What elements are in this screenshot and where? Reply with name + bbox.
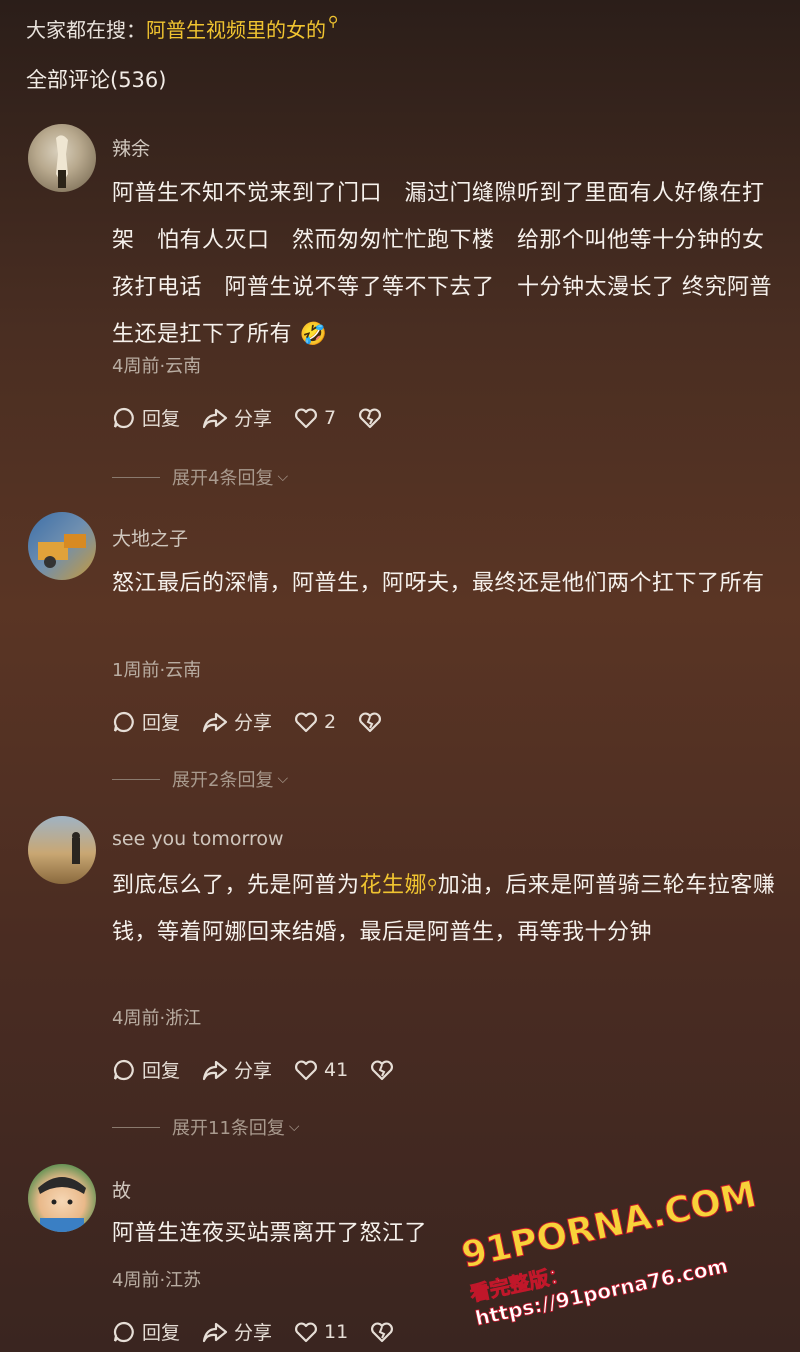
like-button[interactable]: 41 bbox=[294, 1059, 348, 1081]
share-icon bbox=[202, 1322, 228, 1342]
comment-meta: 4周前·云南 bbox=[112, 356, 202, 377]
heart-icon bbox=[295, 408, 318, 428]
dislike-button[interactable] bbox=[370, 1321, 400, 1343]
avatar[interactable] bbox=[28, 1164, 96, 1232]
broken-heart-icon bbox=[371, 1322, 394, 1342]
share-button[interactable]: 分享 bbox=[202, 404, 272, 431]
trending-search-bar[interactable]: 大家都在搜：阿普生视频里的女的 ⚲ bbox=[26, 14, 338, 43]
avatar[interactable] bbox=[28, 512, 96, 580]
reply-button[interactable]: 回复 bbox=[112, 404, 180, 431]
comments-count-title: 全部评论(536) bbox=[26, 68, 167, 92]
like-count: 2 bbox=[324, 710, 337, 733]
share-icon bbox=[202, 1060, 228, 1080]
search-icon: ⚲ bbox=[328, 14, 339, 30]
reply-icon bbox=[113, 711, 134, 732]
reply-button[interactable]: 回复 bbox=[112, 1318, 180, 1345]
trending-search-prefix: 大家都在搜： bbox=[26, 18, 146, 42]
like-button[interactable]: 7 bbox=[294, 407, 336, 429]
comment-actions: 回复 分享 2 bbox=[112, 708, 410, 735]
like-count: 41 bbox=[324, 1058, 349, 1081]
watermark: 91PORNA.COM 看完整版：https://91porna76.com bbox=[458, 1170, 794, 1344]
comment-username[interactable]: 大地之子 bbox=[112, 524, 188, 551]
heart-icon bbox=[295, 1060, 318, 1080]
like-button[interactable]: 2 bbox=[294, 711, 336, 733]
share-button[interactable]: 分享 bbox=[202, 708, 272, 735]
dislike-button[interactable] bbox=[358, 711, 388, 733]
comment-meta: 4周前·江苏 bbox=[112, 1270, 202, 1291]
comment-meta: 1周前·云南 bbox=[112, 660, 202, 681]
share-button[interactable]: 分享 bbox=[202, 1056, 272, 1083]
hashtag-link[interactable]: 花生娜 bbox=[360, 873, 428, 898]
comment-username[interactable]: see you tomorrow bbox=[112, 828, 284, 850]
comment-meta: 4周前·浙江 bbox=[112, 1008, 202, 1029]
trending-search-keyword[interactable]: 阿普生视频里的女的 bbox=[146, 18, 326, 42]
comment-actions: 回复 分享 7 bbox=[112, 404, 410, 431]
expand-replies-button[interactable]: 展开2条回复 ⌵ bbox=[112, 766, 288, 792]
comment-actions: 回复 分享 11 bbox=[112, 1318, 422, 1345]
dislike-button[interactable] bbox=[358, 407, 388, 429]
share-icon bbox=[202, 408, 228, 428]
expand-replies-button[interactable]: 展开11条回复 ⌵ bbox=[112, 1114, 300, 1140]
like-count: 11 bbox=[324, 1320, 349, 1343]
broken-heart-icon bbox=[359, 712, 382, 732]
reply-icon bbox=[113, 1321, 134, 1342]
like-count: 7 bbox=[324, 406, 337, 429]
comment-username[interactable]: 故 bbox=[112, 1176, 131, 1203]
reply-button[interactable]: 回复 bbox=[112, 1056, 180, 1083]
chevron-down-icon: ⌵ bbox=[277, 469, 289, 485]
comment-text: 阿普生不知不觉来到了门口 漏过门缝隙听到了里面有人好像在打架 怕有人灭口 然而匆… bbox=[112, 181, 772, 347]
chevron-down-icon: ⌵ bbox=[288, 1119, 300, 1135]
comment-actions: 回复 分享 41 bbox=[112, 1056, 422, 1083]
avatar[interactable] bbox=[28, 124, 96, 192]
search-icon: ⚲ bbox=[427, 877, 438, 893]
comment-username[interactable]: 辣余 bbox=[112, 134, 150, 161]
comment-text: 怒江最后的深情，阿普生，阿呀夫，最终还是他们两个扛下了所有 bbox=[112, 571, 765, 596]
broken-heart-icon bbox=[359, 408, 382, 428]
share-button[interactable]: 分享 bbox=[202, 1318, 272, 1345]
dislike-button[interactable] bbox=[370, 1059, 400, 1081]
broken-heart-icon bbox=[371, 1060, 394, 1080]
reply-icon bbox=[113, 1059, 134, 1080]
avatar[interactable] bbox=[28, 816, 96, 884]
like-button[interactable]: 11 bbox=[294, 1321, 348, 1343]
reply-icon bbox=[113, 407, 134, 428]
heart-icon bbox=[295, 1322, 318, 1342]
emoji-laughing: 🤣 bbox=[299, 322, 328, 347]
comment-text: 到底怎么了，先是阿普为花生娜⚲加油，后来是阿普骑三轮车拉客赚钱，等着阿娜回来结婚… bbox=[112, 873, 776, 945]
chevron-down-icon: ⌵ bbox=[277, 771, 289, 787]
expand-replies-button[interactable]: 展开4条回复 ⌵ bbox=[112, 464, 288, 490]
heart-icon bbox=[295, 712, 318, 732]
share-icon bbox=[202, 712, 228, 732]
reply-button[interactable]: 回复 bbox=[112, 708, 180, 735]
